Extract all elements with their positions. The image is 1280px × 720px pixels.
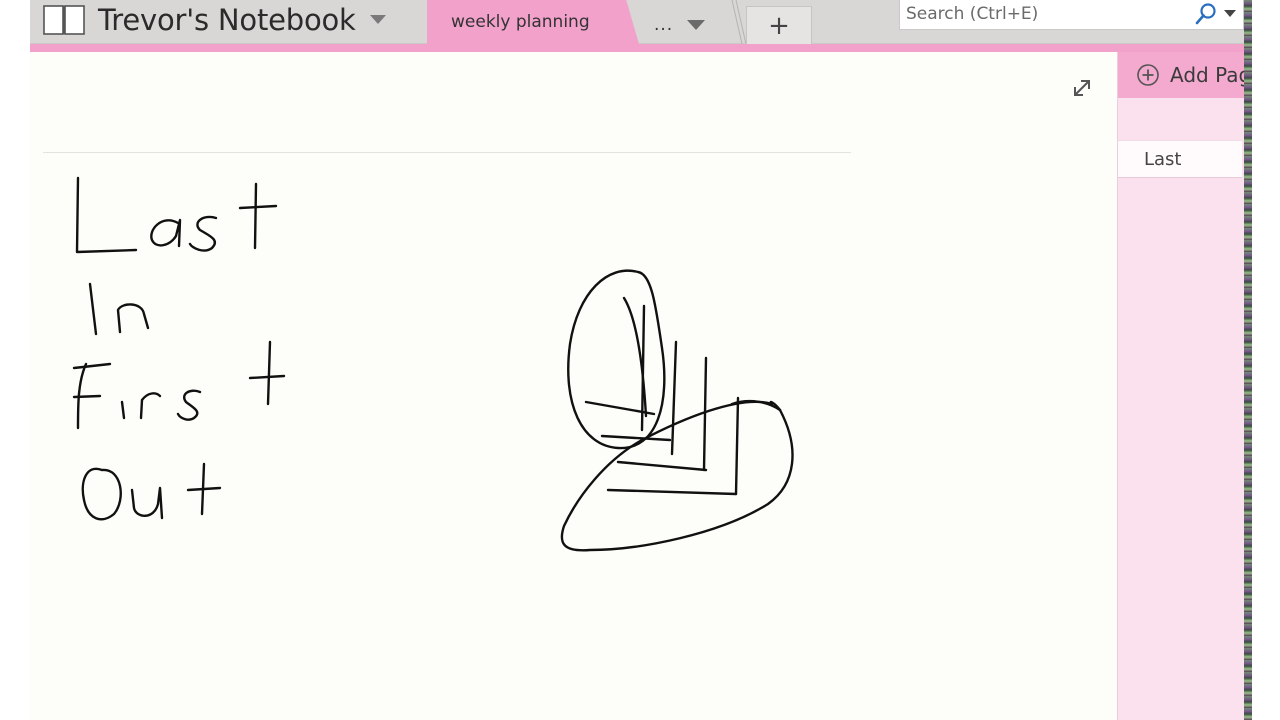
page-item-last[interactable]: Last xyxy=(1118,140,1242,178)
chevron-down-icon xyxy=(687,19,706,30)
tab-divider xyxy=(731,0,746,44)
onenote-window: Trevor's Notebook weekly planning ... + xyxy=(30,0,1244,720)
search-input[interactable] xyxy=(900,0,1180,28)
notebook-icon xyxy=(43,5,85,35)
add-page-icon xyxy=(1137,64,1159,86)
section-tab-weekly-planning[interactable]: weekly planning xyxy=(427,0,639,44)
screen-edge-artifact xyxy=(1244,0,1252,720)
add-page-button[interactable]: Add Page xyxy=(1118,52,1244,98)
ink-word-out xyxy=(81,462,222,521)
add-section-button[interactable]: + xyxy=(746,6,812,44)
section-color-strip xyxy=(30,44,1244,52)
top-bar: Trevor's Notebook weekly planning ... + xyxy=(30,0,1244,44)
handwritten-ink-layer xyxy=(72,176,794,552)
left-screen-margin xyxy=(0,0,30,720)
search-scope-chevron-icon[interactable] xyxy=(1224,10,1236,18)
page-list-pane: Add Page Last xyxy=(1117,52,1244,720)
ink-word-first xyxy=(72,340,286,430)
search-box xyxy=(899,0,1244,30)
ink-word-in xyxy=(88,282,150,336)
search-icon[interactable] xyxy=(1194,2,1218,26)
chevron-down-icon xyxy=(369,15,386,24)
ink-sketch xyxy=(560,269,794,552)
ink-word-last xyxy=(75,176,278,254)
more-sections-label: ... xyxy=(654,15,674,35)
page-pane-spacer xyxy=(1118,98,1244,140)
right-screen-edge xyxy=(1244,0,1280,720)
notebook-selector[interactable]: Trevor's Notebook xyxy=(42,0,386,40)
page-canvas[interactable] xyxy=(30,52,1117,720)
add-page-label: Add Page xyxy=(1170,63,1244,87)
notebook-title: Trevor's Notebook xyxy=(98,3,356,37)
more-sections-button[interactable]: ... xyxy=(642,6,732,44)
